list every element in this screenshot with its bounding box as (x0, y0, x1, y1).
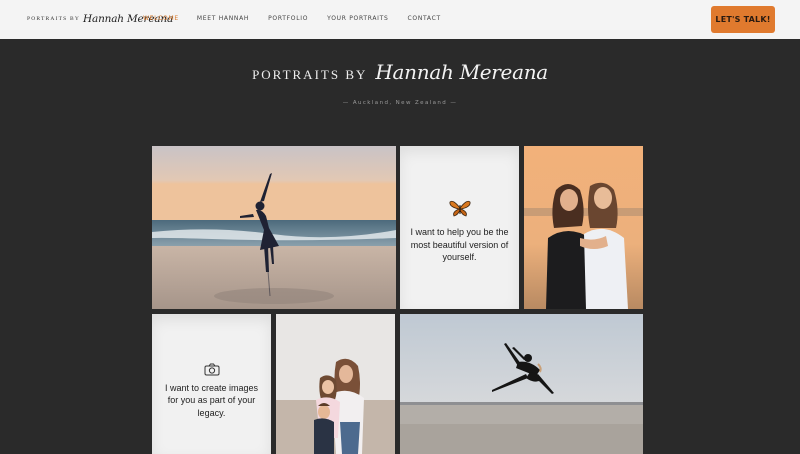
help-text: I want to help you be the most beautiful… (410, 227, 509, 263)
photo-dancer-sunset[interactable] (152, 146, 396, 309)
photo-mother-kids[interactable] (276, 314, 395, 454)
main-nav: WELCOME MEET HANNAH PORTFOLIO YOUR PORTR… (143, 15, 441, 22)
help-card: I want to help you be the most beautiful… (400, 146, 519, 309)
nav-portfolio[interactable]: PORTFOLIO (268, 15, 308, 22)
hero-prefix: PORTRAITS BY (252, 67, 368, 82)
portrait-figures (524, 146, 643, 309)
legacy-text: I want to create images for you as part … (164, 382, 259, 418)
family-figures (276, 314, 395, 454)
location-subtitle: — Auckland, New Zealand — (342, 100, 458, 106)
lets-talk-button[interactable]: LET'S TALK! (711, 6, 775, 33)
photo-mother-daughter[interactable] (524, 146, 643, 309)
dancer-silhouette (152, 146, 396, 309)
legacy-card: I want to create images for you as part … (152, 314, 271, 454)
nav-contact[interactable]: CONTACT (408, 15, 441, 22)
camera-icon (204, 363, 220, 376)
butterfly-icon (449, 199, 471, 217)
leaping-dancer-figure (400, 314, 643, 454)
logo-prefix: PORTRAITS BY (27, 16, 81, 22)
nav-welcome[interactable]: WELCOME (143, 15, 179, 22)
hero-title: PORTRAITS BY Hannah Mereana (0, 60, 800, 84)
site-header: PORTRAITS BY Hannah Mereana WELCOME MEET… (0, 0, 800, 39)
photo-leaping-dancer[interactable] (400, 314, 643, 454)
hero-signature: Hannah Mereana (375, 60, 548, 84)
nav-meet-hannah[interactable]: MEET HANNAH (197, 15, 249, 22)
nav-your-portraits[interactable]: YOUR PORTRAITS (327, 15, 388, 22)
